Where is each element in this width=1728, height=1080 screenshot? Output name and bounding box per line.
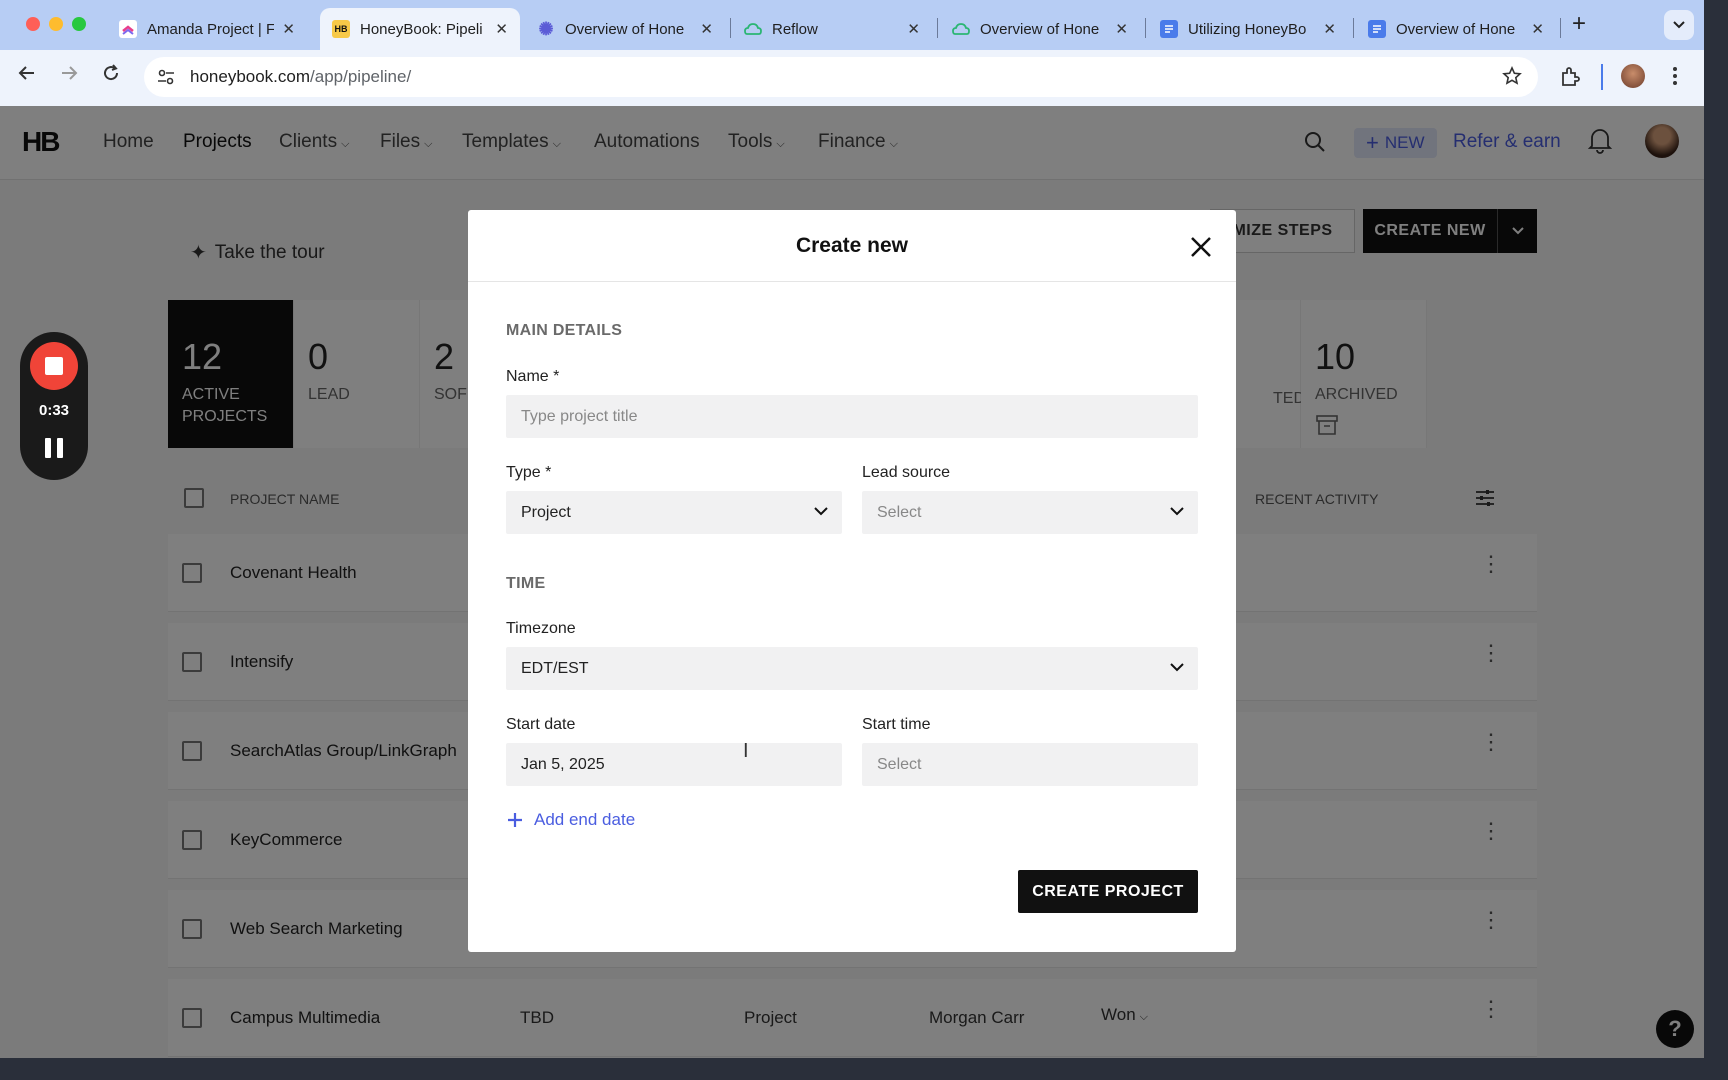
maximize-window-button[interactable]	[72, 17, 86, 31]
time-heading: TIME	[506, 575, 546, 592]
pause-icon[interactable]	[45, 438, 63, 458]
stop-recording-button[interactable]	[30, 342, 78, 390]
close-tab-icon[interactable]: ✕	[282, 20, 295, 38]
lead-source-label: Lead source	[862, 464, 951, 481]
timezone-select[interactable]: EDT/EST	[506, 647, 1198, 690]
tab-title: Overview of Hone	[1396, 20, 1516, 38]
name-label: Name *	[506, 368, 560, 385]
honeybook-icon: HB	[332, 20, 350, 38]
browser-profile-avatar[interactable]	[1621, 64, 1645, 88]
url-text: honeybook.com/app/pipeline/	[190, 67, 412, 86]
start-time-field[interactable]: Select	[862, 743, 1198, 786]
cloud-icon	[952, 20, 970, 38]
bookmark-star-icon[interactable]	[1502, 66, 1522, 91]
close-window-button[interactable]	[26, 17, 40, 31]
browser-tab-6[interactable]: Overview of Hone ✕	[1356, 8, 1556, 50]
reload-icon[interactable]	[102, 64, 120, 88]
browser-menu-icon[interactable]	[1672, 66, 1678, 91]
cloud-icon	[744, 20, 762, 38]
timezone-label: Timezone	[506, 620, 576, 637]
text-cursor-icon: Ι	[743, 740, 749, 762]
screen-recorder-widget: 0:33	[20, 332, 88, 480]
url-field[interactable]: honeybook.com/app/pipeline/	[144, 57, 1538, 97]
clickup-icon	[119, 20, 137, 38]
chevron-down-icon	[1673, 21, 1685, 29]
add-end-date-link[interactable]: Add end date	[506, 810, 635, 830]
browser-tab-4[interactable]: Overview of Hone ✕	[940, 8, 1140, 50]
tab-title: Amanda Project | F	[147, 20, 275, 38]
start-date-label: Start date	[506, 716, 576, 733]
start-date-field[interactable]: Jan 5, 2025	[506, 743, 842, 786]
tab-title: Utilizing HoneyBo	[1188, 20, 1307, 38]
lead-source-select[interactable]: Select	[862, 491, 1198, 534]
browser-tab-5[interactable]: Utilizing HoneyBo ✕	[1148, 8, 1348, 50]
browser-tab-2[interactable]: ✺ Overview of Hone ✕	[525, 8, 725, 50]
close-tab-icon[interactable]: ✕	[907, 20, 920, 38]
tab-title: Overview of Hone	[565, 20, 685, 38]
chevron-down-icon	[1170, 663, 1184, 672]
back-arrow-icon[interactable]	[18, 64, 36, 88]
browser-tab-1[interactable]: HB HoneyBook: Pipeli ✕	[320, 8, 520, 50]
minimize-window-button[interactable]	[49, 17, 63, 31]
site-settings-icon[interactable]	[154, 65, 178, 89]
docs-icon	[1160, 20, 1178, 38]
plus-icon	[508, 813, 522, 827]
tab-title: Reflow	[772, 20, 818, 38]
docs-icon	[1368, 20, 1386, 38]
browser-tab-0[interactable]: Amanda Project | F ✕	[107, 8, 307, 50]
type-select[interactable]: Project	[506, 491, 842, 534]
type-label: Type *	[506, 464, 552, 481]
address-bar: honeybook.com/app/pipeline/	[0, 50, 1704, 106]
project-name-text-input[interactable]	[521, 407, 1198, 426]
new-tab-icon[interactable]: +	[1572, 10, 1586, 38]
recording-timer: 0:33	[38, 402, 70, 419]
close-tab-icon[interactable]: ✕	[495, 20, 508, 38]
tab-title: HoneyBook: Pipeli	[360, 20, 483, 38]
start-time-label: Start time	[862, 716, 931, 733]
main-details-heading: MAIN DETAILS	[506, 322, 623, 339]
chevron-down-icon	[1170, 507, 1184, 516]
create-new-modal: Create new MAIN DETAILS Name * Type * Pr…	[468, 210, 1236, 952]
close-tab-icon[interactable]: ✕	[1115, 20, 1128, 38]
project-name-input[interactable]	[506, 395, 1198, 438]
create-project-button[interactable]: CREATE PROJECT	[1018, 870, 1198, 913]
forward-arrow-icon[interactable]	[60, 64, 78, 88]
extensions-icon[interactable]	[1559, 66, 1581, 93]
tab-title: Overview of Hone	[980, 20, 1100, 38]
browser-window: Amanda Project | F ✕ HB HoneyBook: Pipel…	[0, 0, 1704, 1058]
gear-flower-icon: ✺	[538, 18, 554, 39]
close-tab-icon[interactable]: ✕	[1323, 20, 1336, 38]
browser-tab-3[interactable]: Reflow ✕	[732, 8, 932, 50]
close-icon[interactable]	[1190, 236, 1212, 258]
close-tab-icon[interactable]: ✕	[1531, 20, 1544, 38]
tab-search-button[interactable]	[1664, 10, 1694, 40]
chevron-down-icon	[814, 507, 828, 516]
close-tab-icon[interactable]: ✕	[700, 20, 713, 38]
modal-header: Create new	[468, 210, 1236, 282]
tab-bar: Amanda Project | F ✕ HB HoneyBook: Pipel…	[0, 0, 1704, 50]
modal-title: Create new	[795, 234, 909, 257]
